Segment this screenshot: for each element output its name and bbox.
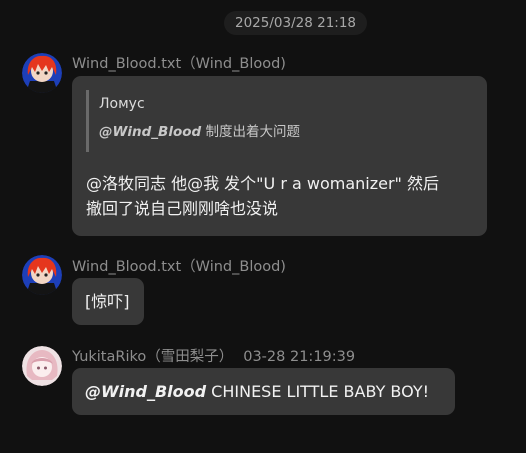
message-bubble-2[interactable]: [惊吓] xyxy=(72,278,144,325)
message-text-1: @洛牧同志 他@我 发个"U r a womanizer" 然后 撤回了说自己刚… xyxy=(86,171,439,221)
quote-text: @Wind_Blood 制度出着大问题 xyxy=(99,123,456,141)
avatar-wind-blood[interactable] xyxy=(22,255,62,295)
avatar-wind-blood[interactable] xyxy=(22,53,62,93)
sender-name-3[interactable]: YukitaRiko（雪田梨子） 03-28 21:19:39 xyxy=(72,345,355,366)
message-line: 撤回了说自己刚刚啥也没说 xyxy=(86,199,279,218)
message-text-3: CHINESE LITTLE BABY BOY! xyxy=(206,382,430,401)
message-bubble-1[interactable]: Ломус @Wind_Blood 制度出着大问题 @洛牧同志 他@我 发个"U… xyxy=(72,76,487,236)
quote-author: Ломус xyxy=(99,96,145,112)
anime-avatar-icon xyxy=(22,255,62,295)
reply-quote[interactable]: Ломус @Wind_Blood 制度出着大问题 xyxy=(86,90,456,152)
time-divider-label: 2025/03/28 21:18 xyxy=(235,15,357,31)
sender-label: Wind_Blood.txt（Wind_Blood) xyxy=(72,259,286,275)
sender-label: Wind_Blood.txt（Wind_Blood) xyxy=(72,56,286,72)
message-text-2: [惊吓] xyxy=(85,292,130,311)
message-line: @洛牧同志 他@我 发个"U r a womanizer" 然后 xyxy=(86,174,440,193)
time-divider: 2025/03/28 21:18 xyxy=(224,11,368,35)
mention-wind-blood[interactable]: @Wind_Blood xyxy=(85,382,206,401)
sender-name-1[interactable]: Wind_Blood.txt（Wind_Blood) xyxy=(72,52,286,73)
anime-avatar-icon xyxy=(22,53,62,93)
sender-label: YukitaRiko（雪田梨子） xyxy=(72,349,234,365)
anime-avatar-pink-icon xyxy=(22,346,62,386)
sender-name-2[interactable]: Wind_Blood.txt（Wind_Blood) xyxy=(72,255,286,276)
avatar-yukitariko[interactable] xyxy=(22,346,62,386)
message-timestamp: 03-28 21:19:39 xyxy=(243,349,356,365)
message-bubble-3[interactable]: @Wind_Blood CHINESE LITTLE BABY BOY! xyxy=(72,368,455,415)
quote-mention[interactable]: @Wind_Blood xyxy=(99,124,201,140)
quote-body: 制度出着大问题 xyxy=(201,124,300,140)
